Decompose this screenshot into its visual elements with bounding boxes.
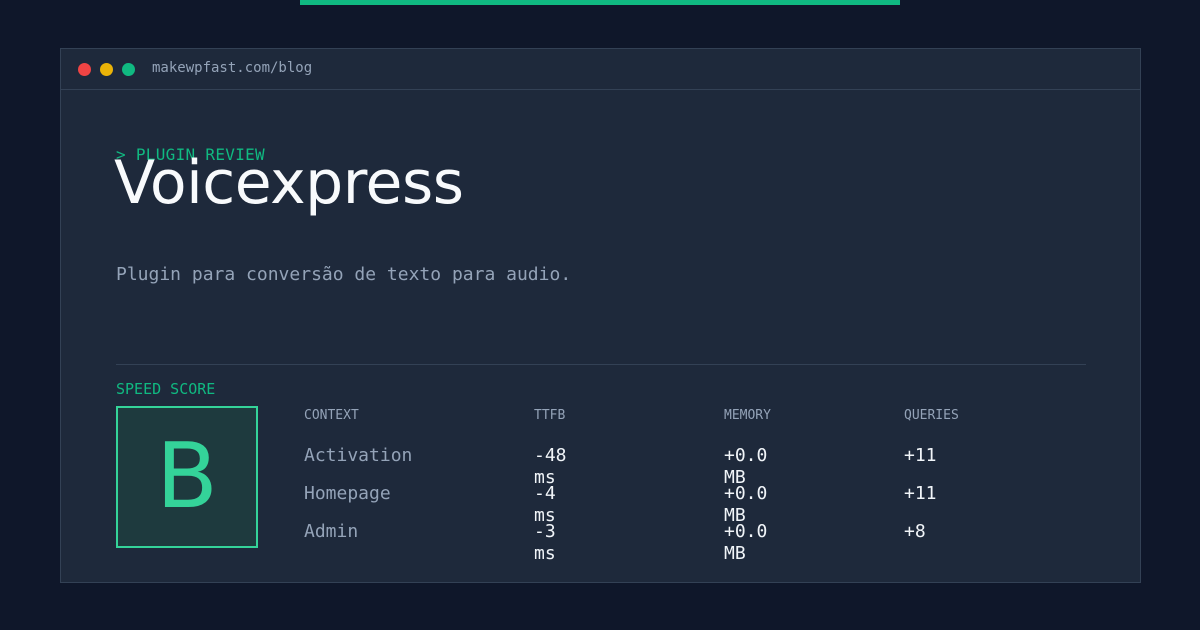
row-admin-memory: +0.0 MB	[724, 521, 768, 564]
row-admin-queries: +8	[904, 521, 926, 542]
plugin-title: Voicexpress	[114, 148, 464, 218]
section-divider	[116, 364, 1086, 365]
row-admin-context: Admin	[304, 521, 359, 542]
close-window-icon[interactable]	[78, 63, 91, 76]
row-homepage-context: Homepage	[304, 483, 391, 504]
column-header-context: CONTEXT	[304, 408, 359, 423]
window-titlebar: makewpfast.com/blog	[61, 49, 1140, 90]
row-activation-context: Activation	[304, 445, 413, 466]
row-admin-ttfb: -3 ms	[534, 521, 556, 564]
column-header-queries: QUERIES	[904, 408, 959, 423]
og-card: makewpfast.com/blog > PLUGIN REVIEW Voic…	[0, 0, 1200, 630]
column-header-memory: MEMORY	[724, 408, 771, 423]
speed-grade-box: B	[116, 406, 258, 548]
row-activation-queries: +11	[904, 445, 937, 466]
column-header-ttfb: TTFB	[534, 408, 566, 423]
speed-score-label: SPEED SCORE	[116, 380, 216, 398]
terminal-window: makewpfast.com/blog > PLUGIN REVIEW Voic…	[60, 48, 1141, 583]
speed-grade: B	[156, 424, 218, 529]
row-homepage-queries: +11	[904, 483, 937, 504]
top-accent-bar	[300, 0, 900, 5]
minimize-window-icon[interactable]	[100, 63, 113, 76]
plugin-description: Plugin para conversão de texto para audi…	[116, 264, 572, 285]
maximize-window-icon[interactable]	[122, 63, 135, 76]
window-url: makewpfast.com/blog	[152, 60, 313, 76]
